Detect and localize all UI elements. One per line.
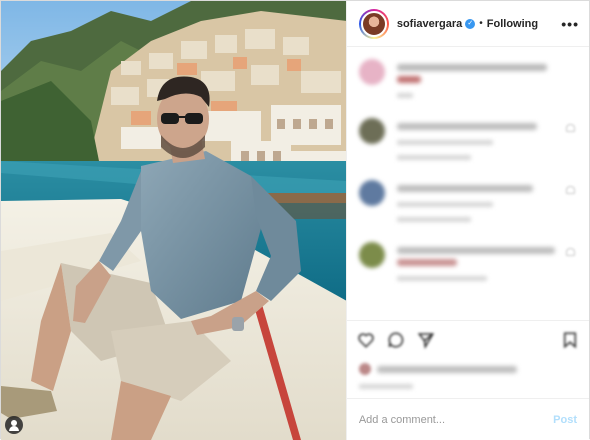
blurred-comment-text [396, 259, 457, 266]
following-button[interactable]: Following [487, 18, 538, 30]
commenter-avatar[interactable] [358, 59, 385, 85]
comment-body [396, 180, 577, 222]
user-tag-icon-body [9, 426, 19, 431]
post-photo[interactable] [1, 1, 346, 440]
add-comment-bar: Post [346, 398, 589, 440]
blurred-comment-meta [396, 202, 493, 207]
user-tag-icon[interactable] [5, 416, 23, 434]
comment-input[interactable] [358, 413, 554, 426]
comment-body [396, 59, 577, 98]
verified-badge-icon: ✓ [465, 18, 476, 29]
blurred-comment-meta [396, 155, 471, 160]
share-icon[interactable] [417, 331, 435, 349]
blurred-comment-meta [396, 140, 493, 145]
commenter-avatar[interactable] [358, 242, 385, 268]
blurred-comment-text [396, 76, 421, 83]
comment-body [396, 242, 577, 281]
blurred-likes-text [376, 365, 517, 373]
blurred-timestamp [358, 384, 413, 389]
liker-avatar [358, 363, 371, 375]
blurred-comment-text [396, 185, 533, 192]
blurred-comment-text [396, 64, 547, 71]
bookmark-icon[interactable] [561, 331, 579, 349]
list-item [358, 118, 577, 160]
blurred-comment-meta [396, 276, 487, 281]
blurred-comment-meta [396, 93, 413, 98]
more-options-icon[interactable]: ••• [561, 16, 579, 32]
instagram-post-modal: sofiavergara ✓ • Following ••• Add a com… [0, 0, 590, 440]
blurred-comment-meta [396, 217, 471, 222]
comment-like-icon[interactable] [566, 186, 575, 194]
post-comment-button[interactable]: Post [553, 414, 577, 426]
list-item [358, 59, 577, 98]
comment-like-icon[interactable] [566, 124, 575, 132]
commenter-avatar[interactable] [358, 180, 385, 206]
comment-body [396, 118, 577, 160]
post-timestamp[interactable] [347, 380, 589, 398]
username-link[interactable]: sofiavergara [397, 18, 462, 30]
comment-icon[interactable] [387, 331, 405, 349]
photo-scene [1, 1, 346, 440]
header-separator: • [479, 18, 483, 29]
list-item [358, 242, 577, 281]
blurred-comment-text [396, 123, 537, 130]
blurred-comment-text [396, 247, 555, 254]
heart-icon[interactable] [357, 331, 375, 349]
avatar[interactable] [360, 10, 387, 37]
story-ring[interactable] [358, 8, 389, 39]
post-actions [346, 320, 589, 358]
post-side-panel: sofiavergara ✓ • Following ••• Add a com… [345, 1, 589, 440]
post-header: sofiavergara ✓ • Following ••• [346, 1, 589, 47]
list-item [358, 180, 577, 222]
likes-summary[interactable] [347, 358, 589, 380]
comment-like-icon[interactable] [566, 248, 575, 256]
commenter-avatar[interactable] [358, 118, 385, 144]
comments-list[interactable] [347, 47, 589, 320]
